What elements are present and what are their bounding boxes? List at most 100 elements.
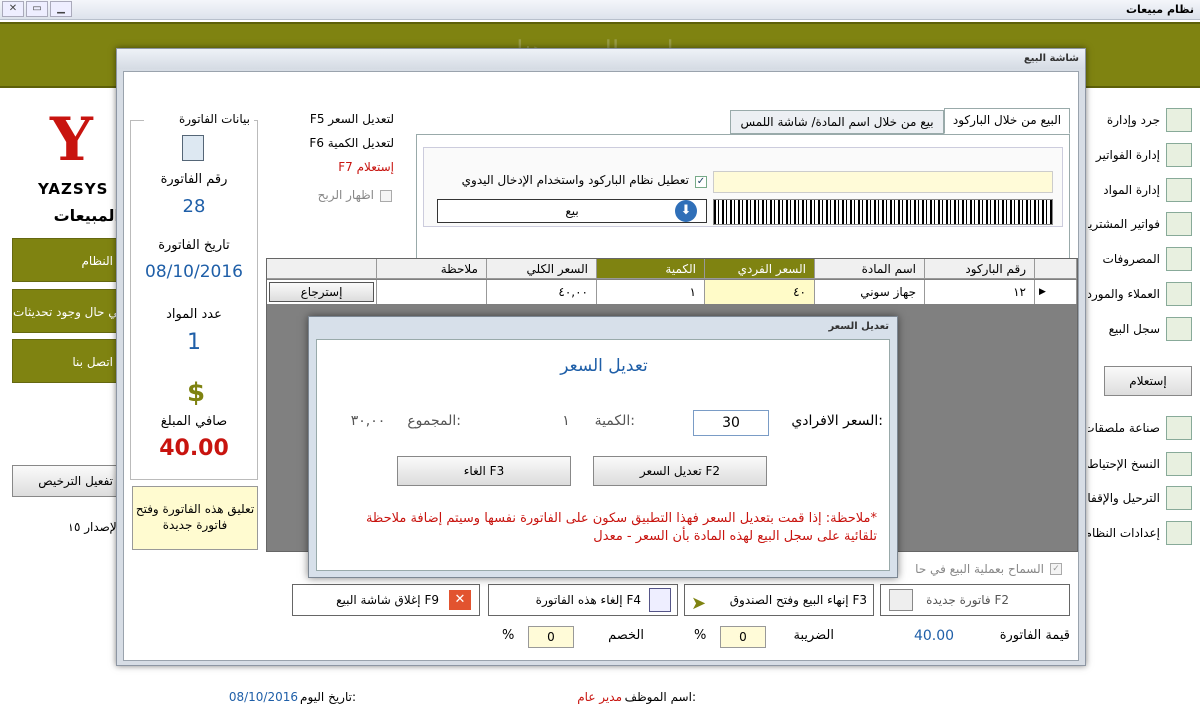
contact-button[interactable]: اتصل بنا: [12, 339, 120, 383]
invoice-group-title: بيانات الفاتورة: [144, 112, 254, 126]
invoice-value-label: قيمة الفاتورة: [999, 628, 1070, 643]
edit-price-dialog: تعديل السعر تعديل السعر السعر الافرادي: …: [308, 316, 898, 578]
invoice-number: 28: [182, 196, 206, 217]
table-row-name[interactable]: جهاز سوني: [815, 280, 925, 304]
new-invoice-label: فاتورة جديدة F2: [926, 593, 1009, 607]
table-row-qty[interactable]: ١: [597, 280, 705, 304]
list-icon: [1166, 108, 1192, 132]
total-label: المجموع:: [407, 413, 461, 429]
dialog-note: *ملاحظة: إذا قمت بتعديل السعر فهذا التطب…: [365, 511, 877, 544]
sales-label: المبيعات: [53, 206, 120, 225]
tax-input[interactable]: 0: [720, 626, 766, 648]
menu-expenses[interactable]: المصروفات: [1088, 245, 1196, 273]
invoice-date-label: تاريخ الفاتورة: [158, 238, 230, 253]
sale-button[interactable]: بيع: [437, 199, 707, 223]
dialog-heading: تعديل السعر: [560, 356, 648, 376]
grid-header-blank: [267, 259, 377, 279]
menu-purchases[interactable]: فواتير المشتريات: [1088, 210, 1196, 238]
grid-header-qty: الكمية: [597, 259, 705, 279]
logo-icon: Y: [50, 105, 93, 175]
arrow-right-icon: ➤: [691, 593, 707, 614]
database-icon: [1166, 486, 1192, 510]
today-date: 08/10/2016: [228, 690, 298, 704]
close-x-icon: ✕: [449, 590, 471, 610]
discount-input[interactable]: 0: [528, 626, 574, 648]
menu-settings[interactable]: إعدادات النظام: [1088, 519, 1196, 547]
table-row-total[interactable]: ٤٠,٠٠: [487, 280, 597, 304]
tab-barcode[interactable]: البيع من خلال الباركود: [944, 108, 1070, 134]
new-doc-icon: [889, 589, 913, 611]
discount-label: الخصم: [608, 628, 644, 643]
menu-invoices[interactable]: إدارة الفواتير: [1088, 141, 1196, 169]
barcode-panel: ✓ تعطيل نظام الباركود واستخدام الإدخال ا…: [416, 134, 1070, 278]
shortcut-qty: F6 لتعديل الكمية: [309, 136, 394, 150]
dialog-body: تعديل السعر السعر الافرادي: 30 الكمية: ١…: [316, 339, 890, 571]
qty-value: ١: [562, 413, 570, 429]
menu-backup[interactable]: النسخ الإحتياطي: [1088, 450, 1196, 478]
table-row-return-cell: إسترجاع: [267, 280, 377, 304]
new-invoice-button[interactable]: فاتورة جديدة F2: [880, 584, 1070, 616]
menu-customers[interactable]: العملاء والموردين: [1088, 280, 1196, 308]
unit-price-input[interactable]: 30: [693, 410, 769, 436]
barcode-input[interactable]: [713, 171, 1053, 193]
table-row-note[interactable]: [377, 280, 487, 304]
shortcut-price: F5 لتعديل السعر: [309, 112, 394, 126]
grid-header-corner: [1035, 259, 1077, 279]
edit-list-icon: [1166, 143, 1192, 167]
system-button[interactable]: النظام: [12, 238, 120, 282]
table-row-unit-price[interactable]: ٤٠: [705, 280, 815, 304]
dialog-title: تعديل السعر: [828, 321, 889, 332]
menu-sales-log[interactable]: سجل البيع: [1088, 315, 1196, 343]
doc-cancel-icon: [649, 588, 671, 612]
arrow-down-icon: ⬇: [675, 200, 697, 222]
minimize-icon[interactable]: ▁: [50, 1, 72, 17]
row-pointer-icon: ▶: [1035, 280, 1077, 304]
calculator-icon: [182, 135, 204, 161]
menu-labels[interactable]: صناعة ملصقات: [1088, 414, 1196, 442]
app-titlebar: ✕ ▭ ▁ نظام مبيعات: [0, 0, 1200, 20]
close-screen-label: إغلاق شاشة البيع F9: [336, 593, 439, 607]
cancel-dialog-button[interactable]: الغاء F3: [397, 456, 571, 486]
barcode-icon: [713, 199, 1053, 225]
return-button[interactable]: إسترجاع: [269, 282, 374, 302]
cancel-invoice-button[interactable]: إلغاء هذه الفاتورة F4: [488, 584, 678, 616]
today-label: تاريخ اليوم:: [300, 690, 356, 704]
item-count: 1: [187, 330, 201, 355]
database-icon: [1166, 452, 1192, 476]
tab-by-name[interactable]: بيع من خلال اسم المادة/ شاشة اللمس: [730, 110, 944, 134]
suspend-invoice-button[interactable]: تعليق هذه الفاتورة وفتح فاتورة جديدة: [132, 486, 258, 550]
invoice-number-label: رقم الفاتورة: [160, 172, 228, 187]
menu-items[interactable]: إدارة المواد: [1088, 176, 1196, 204]
tools-icon: [1166, 521, 1192, 545]
close-screen-button[interactable]: ✕ إغلاق شاشة البيع F9: [292, 584, 480, 616]
close-icon[interactable]: ✕: [2, 1, 24, 17]
disable-barcode-checkbox[interactable]: ✓: [695, 176, 707, 188]
dollar-icon: $: [186, 378, 206, 408]
total-value: ٣٠,٠٠: [350, 413, 386, 429]
query-button[interactable]: إستعلام: [1104, 366, 1192, 396]
updates-button[interactable]: في حال وجود تحديثات: [12, 289, 120, 333]
barcode-icon: [1166, 416, 1192, 440]
show-profit-checkbox[interactable]: [380, 190, 392, 202]
users-icon: [1166, 178, 1192, 202]
finish-sale-label: إنهاء البيع وفتح الصندوق F3: [729, 593, 867, 607]
table-row-barcode[interactable]: ١٢: [925, 280, 1035, 304]
app-title: نظام مبيعات: [1125, 3, 1194, 16]
shortcut-query[interactable]: F7 إستعلام: [274, 160, 394, 174]
cancel-invoice-label: إلغاء هذه الفاتورة F4: [535, 593, 641, 607]
sort-icon: [1166, 317, 1192, 341]
allow-sale-checkbox[interactable]: ✓: [1050, 563, 1062, 575]
item-count-label: عدد المواد: [166, 307, 222, 322]
maximize-icon[interactable]: ▭: [26, 1, 48, 17]
employee-label: اسم الموظف:: [624, 690, 696, 704]
menu-inventory[interactable]: جرد وإدارة: [1088, 106, 1196, 134]
edit-price-button[interactable]: تعديل السعر F2: [593, 456, 767, 486]
license-button[interactable]: تفعيل الترخيص: [12, 465, 120, 497]
menu-transfer[interactable]: الترحيل والإقفال: [1088, 484, 1196, 512]
tax-percent: %: [694, 628, 707, 643]
net-amount-label: صافي المبلغ: [160, 414, 228, 429]
finish-sale-button[interactable]: ➤ إنهاء البيع وفتح الصندوق F3: [684, 584, 874, 616]
invoice-value: 40.00: [913, 628, 955, 644]
logo-text: YAZSYS: [38, 180, 109, 198]
version-text: الإصدار ١٥: [70, 520, 120, 534]
